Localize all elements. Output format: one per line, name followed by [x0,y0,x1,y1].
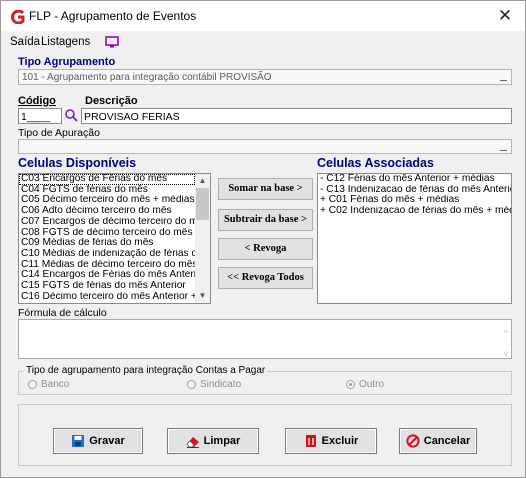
radio-unchecked-icon [187,380,196,389]
celulas-associadas-list[interactable]: - C12 Férias do mês Anterior + médias - … [317,173,512,304]
cancel-icon [406,434,420,448]
window-title: FLP - Agrupamento de Eventos [29,9,197,23]
celulas-disponiveis-items: C03 Encargos de Férias do mês C04 FGTS d… [19,174,210,302]
list-item[interactable]: + C02 Indenizacao de férias do mês + méd… [318,206,511,217]
trash-icon [305,435,316,447]
radio-outro[interactable]: Outro [346,379,384,390]
menu-listagens-label: Listagens [41,36,91,48]
descricao-label: Descrição [85,95,138,107]
radio-unchecked-icon [28,380,37,389]
excluir-button[interactable]: Excluir [285,428,377,454]
list-item[interactable]: C04 FGTS de férias do mês [19,185,195,196]
tipo-apuracao-label: Tipo de Apuração [18,127,100,139]
menu-saida-label: Saída [10,36,41,48]
subtrair-da-base-button[interactable]: Subtrair da base > [218,209,313,231]
list-item[interactable]: C08 FGTS de décimo terceiro do mês [19,228,195,239]
codigo-input[interactable]: 1____ [18,108,62,124]
main-window: FLP - Agrupamento de Eventos ✕ Saída Lis… [0,0,526,478]
list-item[interactable]: C07 Encargos de décimo terceiro do mês [19,217,195,228]
tipo-apuracao-select[interactable] [18,139,512,154]
descricao-input[interactable]: PROVISAO FERIAS [81,108,512,124]
memo-scrollbar[interactable]: ^ v [504,324,508,364]
gravar-label: Gravar [89,435,125,447]
limpar-label: Limpar [203,435,241,447]
list-item[interactable]: C15 FGTS de férias do mês Anterior [19,281,195,292]
menu-bar: Saída Listagens [1,33,525,51]
formula-textarea[interactable]: ^ v [18,319,512,359]
list-item[interactable]: C14 Encargos de Férias do mês Anterior [19,270,195,281]
list-item[interactable]: C09 Médias de férias do mês [19,238,195,249]
celulas-disponiveis-list[interactable]: C03 Encargos de Férias do mês C04 FGTS d… [18,173,211,304]
scroll-up-icon[interactable]: ▲ [195,174,210,188]
gravar-button[interactable]: Gravar [53,428,143,454]
save-icon [72,435,85,447]
excluir-label: Excluir [321,435,359,447]
list-item[interactable]: C06 Adto décimo terceiro do mês [19,206,195,217]
list-item[interactable]: - C13 Indenizacao de férias do mês Anter… [318,185,511,196]
limpar-button[interactable]: Limpar [167,428,259,454]
chevron-down-icon[interactable] [496,141,510,152]
formula-label: Fórmula de cálculo [18,307,107,319]
chevron-down-icon[interactable] [496,71,510,83]
eraser-icon [186,437,199,448]
list-item[interactable]: C11 Médias de décimo terceiro do mês [19,260,195,271]
list-item[interactable]: C10 Médias de indenização de férias do m [19,249,195,260]
revoga-todos-button[interactable]: << Revoga Todos [218,267,313,289]
radio-sindicato[interactable]: Sindicato [187,379,241,390]
radio-checked-icon [346,380,355,389]
list-item[interactable]: C05 Décimo terceiro do mês + médias [19,195,195,206]
radio-banco-label: Banco [41,379,70,390]
codigo-label: Código [18,95,56,107]
app-logo-icon [11,10,25,24]
radio-sindicato-label: Sindicato [200,379,242,390]
menu-listagens[interactable]: Listagens [41,36,90,48]
tipo-agrupamento-label: Tipo Agrupamento [18,56,116,68]
cancelar-label: Cancelar [423,435,471,447]
monitor-icon[interactable] [105,36,119,48]
radio-banco[interactable]: Banco [28,379,69,390]
celulas-disponiveis-label: Celulas Disponíveis [18,156,137,170]
title-bar: FLP - Agrupamento de Eventos ✕ [1,1,525,31]
celulas-associadas-label: Celulas Associadas [317,156,434,170]
search-icon[interactable] [64,108,78,122]
list-item[interactable]: + C01 Férias do mês + médias [318,195,511,206]
list-item[interactable]: - C12 Férias do mês Anterior + médias [318,174,511,185]
menu-saida[interactable]: Saída [10,36,40,48]
scroll-thumb[interactable] [196,188,209,220]
tipo-agrupamento-value: 101 - Agrupamento para integração contáb… [22,72,272,83]
contas-pagar-group-title: Tipo de agrupamento para integração Cont… [24,365,268,376]
list-item[interactable]: C03 Encargos de Férias do mês [19,174,195,185]
list-item[interactable]: C16 Décimo terceiro do mês Anterior + m [19,292,195,303]
close-window-button[interactable]: ✕ [495,6,515,26]
somar-na-base-button[interactable]: Somar na base > [218,178,313,200]
tipo-agrupamento-select[interactable]: 101 - Agrupamento para integração contáb… [18,69,512,85]
cancelar-button[interactable]: Cancelar [399,428,477,454]
radio-outro-label: Outro [359,379,385,390]
list-scrollbar[interactable]: ▲ ▼ [195,174,210,303]
scroll-down-icon[interactable]: ▼ [195,289,210,303]
revoga-button[interactable]: < Revoga [218,238,313,260]
